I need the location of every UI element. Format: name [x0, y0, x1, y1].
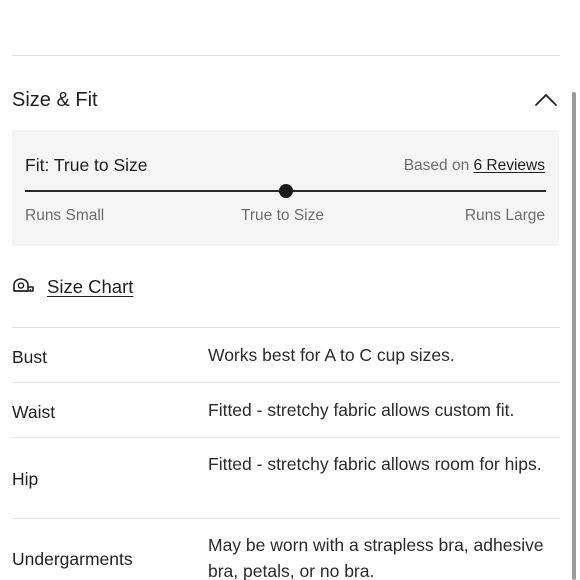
size-chart-link[interactable]: Size Chart [11, 275, 133, 299]
fit-detail-description: Fitted - stretchy fabric allows room for… [208, 454, 542, 474]
fit-detail-name: Hip [12, 469, 39, 489]
scale-label-runs-large: Runs Large [464, 207, 545, 224]
fit-scale-indicator [278, 184, 293, 198]
fit-summary-card: Fit: True to Size Based on 6 Reviews Run… [12, 130, 559, 246]
collapse-section-button[interactable] [530, 86, 562, 114]
size-chart-label: Size Chart [47, 276, 134, 297]
reviews-link[interactable]: 6 Reviews [474, 157, 546, 174]
fit-details-table: Bust Works best for A to C cup sizes. Wa… [12, 327, 560, 580]
section-divider [12, 55, 560, 56]
section-title: Size & Fit [12, 89, 98, 111]
fit-label: Fit: True to Size [25, 155, 148, 175]
scrollbar[interactable] [572, 92, 576, 580]
fit-detail-row-hip: Hip Fitted - stretchy fabric allows room… [12, 437, 560, 518]
fit-detail-row-undergarments: Undergarments May be worn with a straple… [12, 518, 560, 580]
scale-label-true-to-size: True to Size [241, 207, 324, 224]
fit-detail-name: Undergarments [12, 549, 133, 569]
fit-detail-name: Bust [12, 347, 48, 367]
fit-detail-description: May be worn with a strapless bra, adhesi… [208, 535, 544, 580]
fit-detail-name: Waist [12, 402, 56, 422]
fit-detail-row-bust: Bust Works best for A to C cup sizes. [12, 327, 560, 382]
fit-detail-row-waist: Waist Fitted - stretchy fabric allows cu… [12, 382, 560, 437]
fit-detail-description: Works best for A to C cup sizes. [208, 345, 455, 365]
reviews-summary: Based on 6 Reviews [404, 156, 545, 176]
size-fit-page: Size & Fit Fit: True to Size Based on 6 … [0, 0, 580, 580]
scale-label-runs-small: Runs Small [25, 207, 105, 224]
measuring-tape-icon [13, 278, 34, 292]
reviews-prefix: Based on [403, 157, 474, 174]
fit-detail-description: Fitted - stretchy fabric allows custom f… [208, 400, 515, 420]
chevron-up-icon [535, 94, 557, 106]
